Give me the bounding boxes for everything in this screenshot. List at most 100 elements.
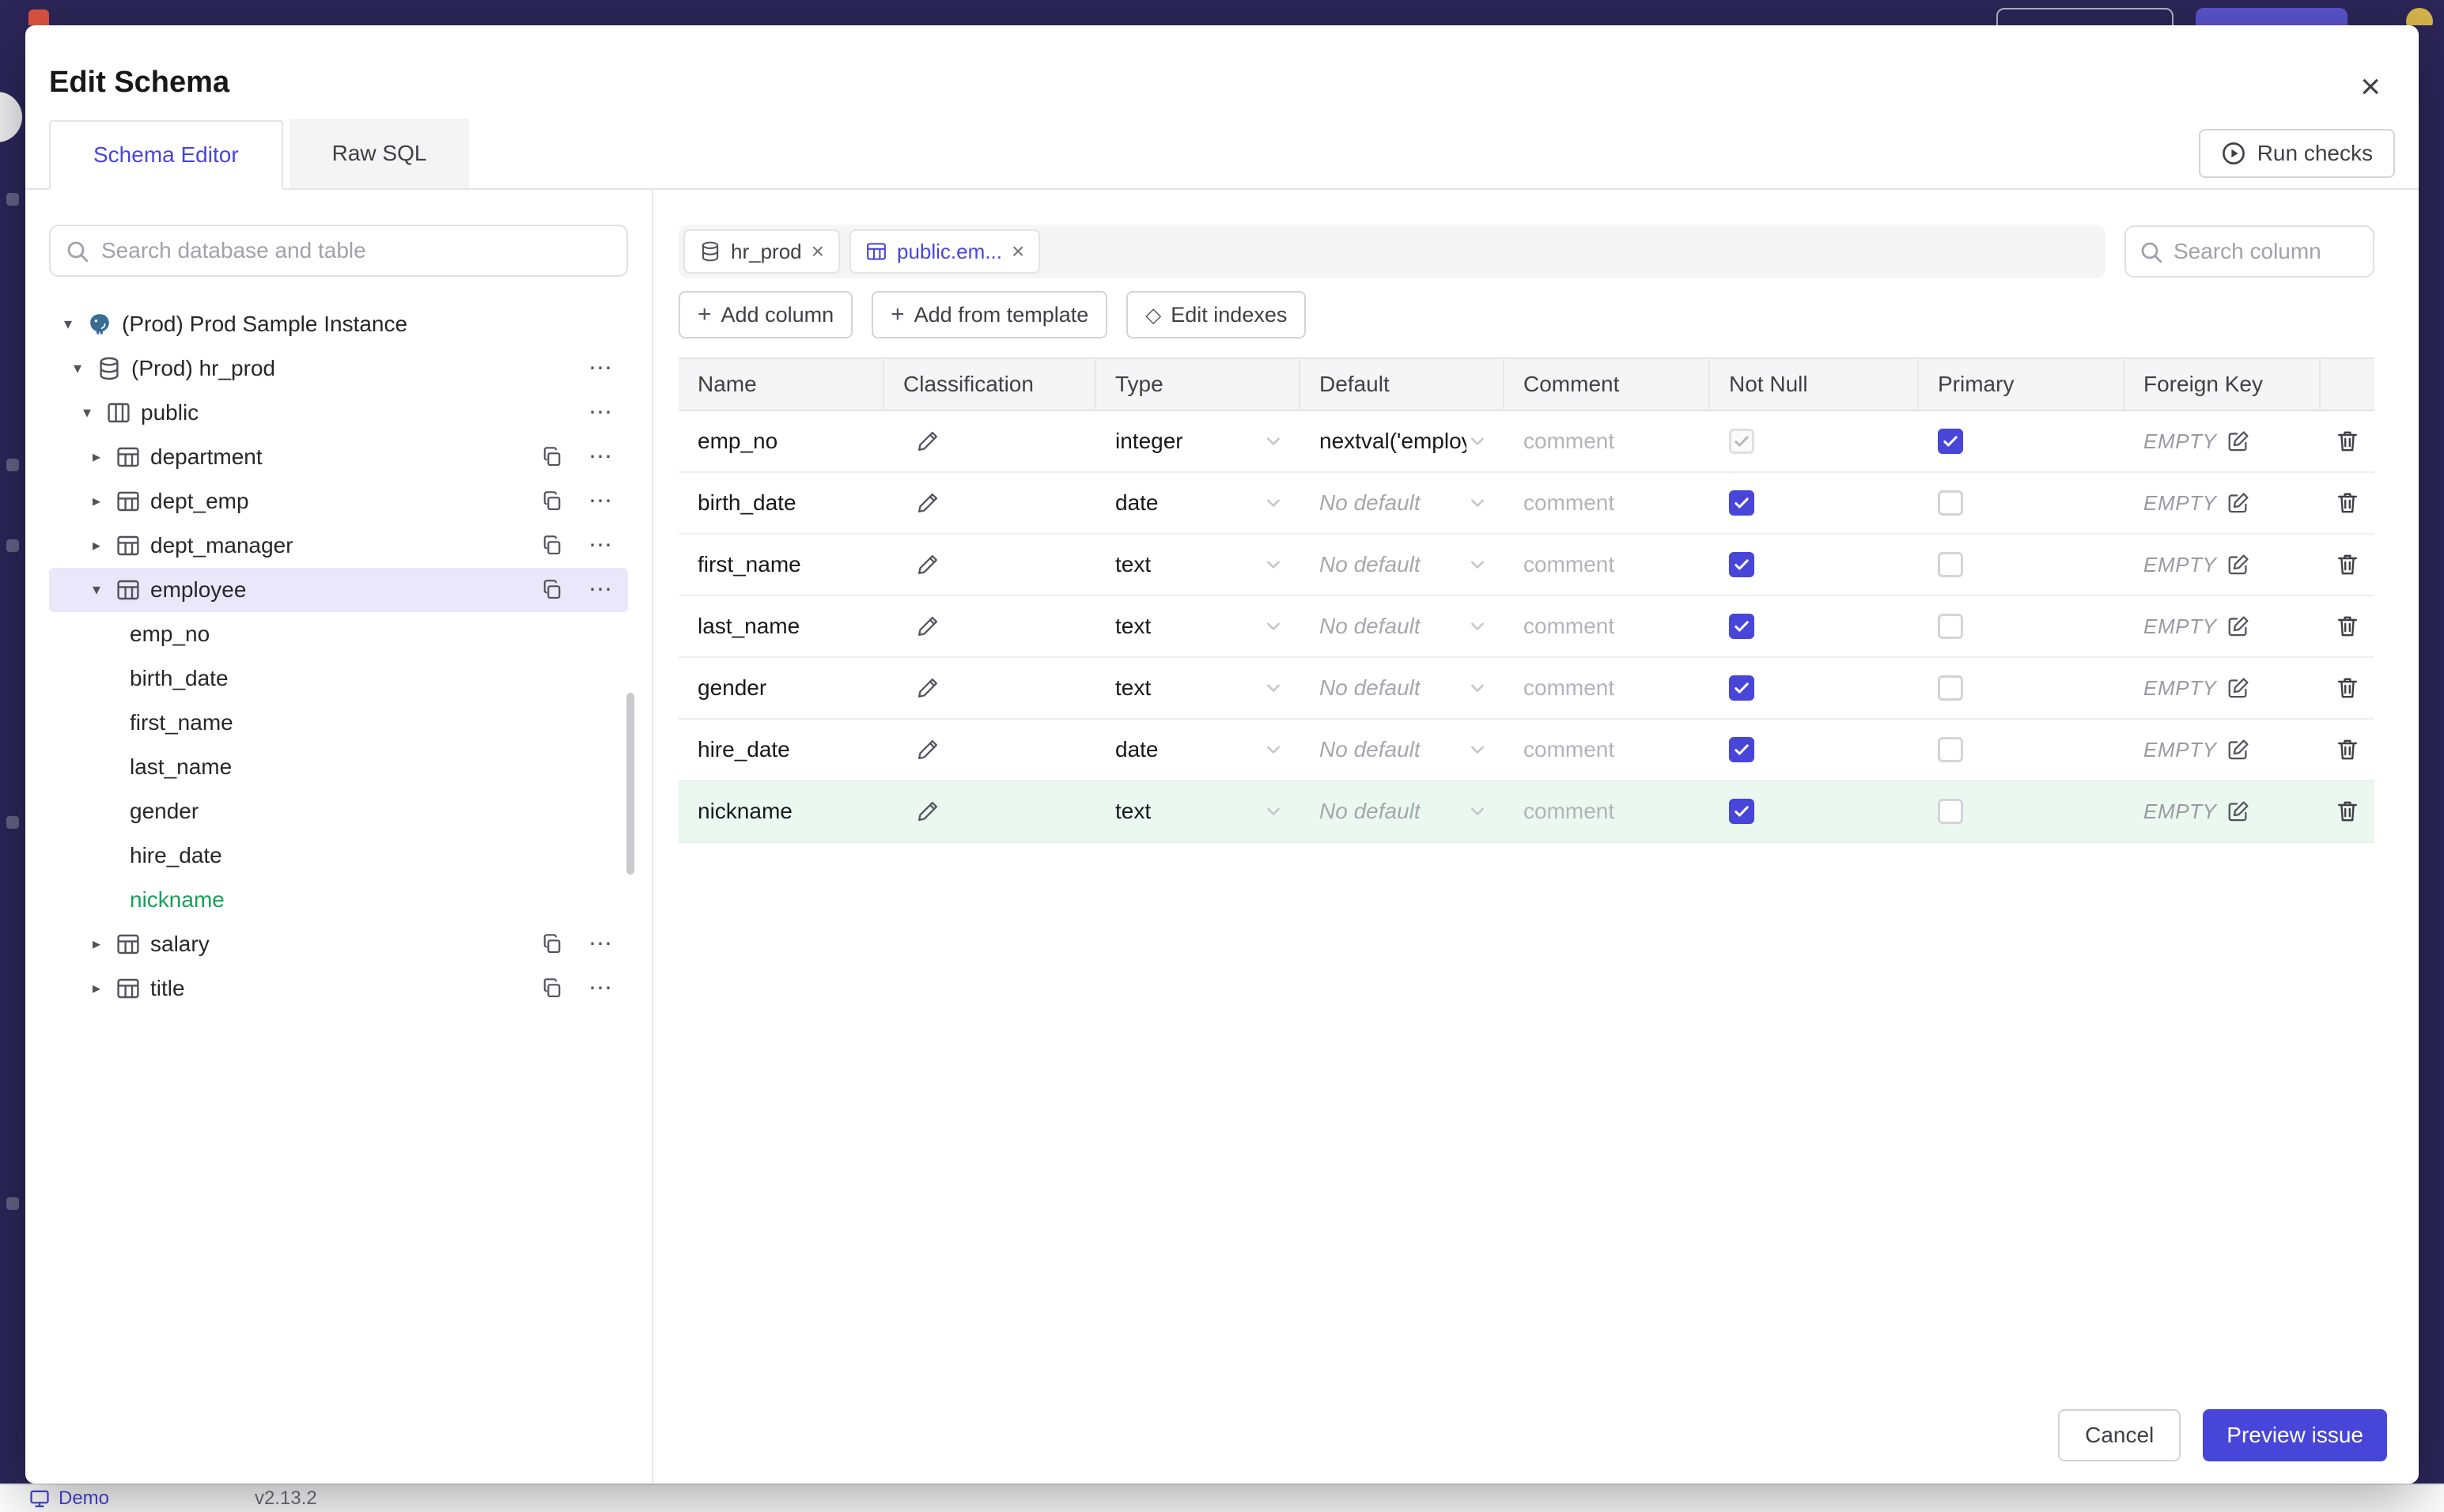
copy-icon[interactable] [541, 933, 563, 955]
type-select[interactable]: text [1096, 781, 1300, 841]
more-actions-icon[interactable]: ⋯ [588, 534, 612, 558]
edit-foreign-key-button[interactable] [2226, 676, 2250, 700]
caret-right-icon[interactable]: ▸ [87, 538, 106, 554]
type-select[interactable]: date [1096, 473, 1300, 533]
default-select[interactable]: No default [1300, 596, 1504, 656]
default-select[interactable]: No default [1300, 781, 1504, 841]
comment-input[interactable] [1523, 737, 1696, 762]
caret-down-icon[interactable]: ▾ [59, 316, 78, 332]
column-name-field[interactable]: gender [679, 658, 884, 718]
more-actions-icon[interactable]: ⋯ [588, 445, 612, 469]
primary-checkbox[interactable] [1938, 490, 1963, 516]
classification-edit-button[interactable] [916, 491, 940, 515]
sidebar-item-schema-public[interactable]: ▾ public ⋯ [49, 391, 628, 435]
tab-schema-editor[interactable]: Schema Editor [49, 120, 283, 190]
default-select[interactable]: No default [1300, 658, 1504, 718]
sidebar-item-table-dept-manager[interactable]: ▸ dept_manager ⋯ [49, 524, 628, 568]
comment-input[interactable] [1523, 799, 1696, 824]
edit-foreign-key-button[interactable] [2226, 429, 2250, 453]
more-actions-icon[interactable]: ⋯ [588, 357, 612, 380]
delete-column-button[interactable] [2335, 429, 2360, 454]
classification-edit-button[interactable] [916, 738, 940, 762]
edit-foreign-key-button[interactable] [2226, 491, 2250, 515]
copy-icon[interactable] [541, 579, 563, 601]
sidebar-item-column-nickname[interactable]: nickname [49, 878, 628, 922]
default-select[interactable]: No default [1300, 535, 1504, 595]
caret-down-icon[interactable]: ▾ [87, 582, 106, 598]
column-name-field[interactable]: last_name [679, 596, 884, 656]
caret-right-icon[interactable]: ▸ [87, 449, 106, 465]
column-name-field[interactable]: hire_date [679, 720, 884, 780]
edit-foreign-key-button[interactable] [2226, 738, 2250, 762]
run-checks-button[interactable]: Run checks [2198, 129, 2395, 178]
delete-column-button[interactable] [2335, 799, 2360, 824]
edit-foreign-key-button[interactable] [2226, 553, 2250, 576]
sidebar-item-table-employee[interactable]: ▾ employee ⋯ [49, 568, 628, 612]
comment-input[interactable] [1523, 429, 1696, 454]
edit-foreign-key-button[interactable] [2226, 799, 2250, 823]
sidebar-item-table-salary[interactable]: ▸ salary ⋯ [49, 922, 628, 966]
tab-raw-sql[interactable]: Raw SQL [289, 119, 470, 188]
comment-input[interactable] [1523, 490, 1696, 516]
delete-column-button[interactable] [2335, 675, 2360, 701]
comment-input[interactable] [1523, 552, 1696, 577]
classification-edit-button[interactable] [916, 553, 940, 576]
sidebar-item-table-title[interactable]: ▸ title ⋯ [49, 966, 628, 1011]
column-name-field[interactable]: emp_no [679, 411, 884, 471]
caret-right-icon[interactable]: ▸ [87, 981, 106, 996]
sidebar-item-column-gender[interactable]: gender [49, 789, 628, 833]
more-actions-icon[interactable]: ⋯ [588, 578, 612, 602]
classification-edit-button[interactable] [916, 676, 940, 700]
delete-column-button[interactable] [2335, 614, 2360, 639]
database-search-input[interactable] [49, 225, 628, 277]
classification-edit-button[interactable] [916, 614, 940, 638]
sidebar-item-instance[interactable]: ▾ (Prod) Prod Sample Instance [49, 302, 628, 346]
sidebar-item-column-first-name[interactable]: first_name [49, 701, 628, 745]
primary-checkbox[interactable] [1938, 552, 1963, 577]
caret-down-icon[interactable]: ▾ [68, 361, 87, 376]
close-icon[interactable]: × [2360, 70, 2381, 104]
caret-right-icon[interactable]: ▸ [87, 936, 106, 952]
copy-icon[interactable] [541, 446, 563, 468]
column-name-field[interactable]: nickname [679, 781, 884, 841]
type-select[interactable]: text [1096, 535, 1300, 595]
tree-scrollbar[interactable] [626, 693, 634, 875]
primary-checkbox[interactable] [1938, 737, 1963, 762]
sidebar-item-table-department[interactable]: ▸ department ⋯ [49, 435, 628, 479]
delete-column-button[interactable] [2335, 737, 2360, 762]
primary-checkbox[interactable] [1938, 675, 1963, 701]
copy-icon[interactable] [541, 535, 563, 557]
primary-checkbox[interactable] [1938, 614, 1963, 639]
tab-chip-hr-prod[interactable]: hr_prod × [683, 229, 840, 274]
primary-checkbox[interactable] [1938, 429, 1963, 454]
copy-icon[interactable] [541, 977, 563, 1000]
not-null-checkbox[interactable] [1729, 429, 1754, 454]
more-actions-icon[interactable]: ⋯ [588, 401, 612, 425]
default-select[interactable]: nextval('employ [1300, 411, 1504, 471]
not-null-checkbox[interactable] [1729, 490, 1754, 516]
not-null-checkbox[interactable] [1729, 799, 1754, 824]
caret-down-icon[interactable]: ▾ [78, 405, 96, 421]
classification-edit-button[interactable] [916, 799, 940, 823]
edit-indexes-button[interactable]: ◇ Edit indexes [1126, 291, 1307, 338]
demo-link[interactable]: Demo [28, 1487, 109, 1510]
classification-edit-button[interactable] [916, 429, 940, 453]
column-name-field[interactable]: birth_date [679, 473, 884, 533]
default-select[interactable]: No default [1300, 720, 1504, 780]
preview-issue-button[interactable]: Preview issue [2203, 1409, 2387, 1461]
type-select[interactable]: integer [1096, 411, 1300, 471]
not-null-checkbox[interactable] [1729, 614, 1754, 639]
close-icon[interactable]: × [1012, 240, 1024, 263]
primary-checkbox[interactable] [1938, 799, 1963, 824]
not-null-checkbox[interactable] [1729, 552, 1754, 577]
tab-chip-public-employee[interactable]: public.em... × [849, 229, 1041, 274]
delete-column-button[interactable] [2335, 552, 2360, 577]
cancel-button[interactable]: Cancel [2058, 1409, 2181, 1461]
type-select[interactable]: date [1096, 720, 1300, 780]
copy-icon[interactable] [541, 490, 563, 512]
sidebar-item-table-dept-emp[interactable]: ▸ dept_emp ⋯ [49, 479, 628, 524]
more-actions-icon[interactable]: ⋯ [588, 490, 612, 513]
comment-input[interactable] [1523, 675, 1696, 701]
comment-input[interactable] [1523, 614, 1696, 639]
delete-column-button[interactable] [2335, 490, 2360, 516]
